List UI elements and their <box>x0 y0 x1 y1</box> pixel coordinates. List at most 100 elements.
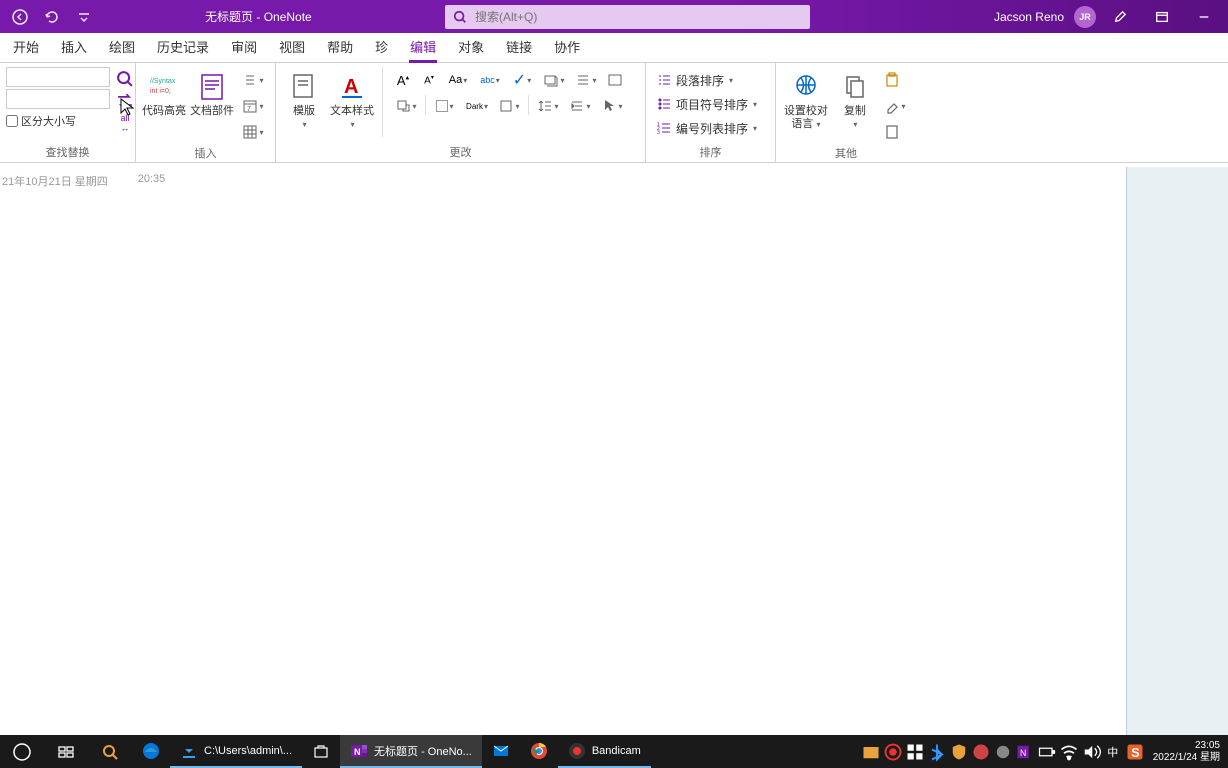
template-button[interactable]: 模版▾ <box>282 67 326 131</box>
page-canvas[interactable]: 21年10月21日 星期四 20:35 <box>0 163 1228 735</box>
document-icon <box>196 71 228 103</box>
search-box[interactable] <box>445 5 810 29</box>
search-button[interactable] <box>88 735 132 768</box>
group-label-other: 其他 <box>782 143 910 163</box>
shape-button[interactable]: ▾ <box>494 95 524 117</box>
pen-icon[interactable] <box>1102 5 1138 29</box>
taskbar-bandicam[interactable]: Bandicam <box>558 735 651 768</box>
tab-help[interactable]: 帮助 <box>316 31 364 62</box>
tab-object[interactable]: 对象 <box>447 31 495 62</box>
tab-zhen[interactable]: 珍 <box>364 31 399 62</box>
window-title: 无标题页 - OneNote <box>205 8 312 25</box>
start-button[interactable] <box>0 735 44 768</box>
insert-object-button[interactable]: ▾ <box>391 95 421 117</box>
clock-time: 23:05 <box>1195 740 1220 752</box>
tray-onenote-icon[interactable]: N <box>1015 742 1035 762</box>
group-label-change: 更改 <box>282 142 639 162</box>
svg-text:S: S <box>1131 746 1139 760</box>
cursor-button[interactable]: ▾ <box>597 95 627 117</box>
find-button[interactable] <box>114 69 136 89</box>
case-sensitive-checkbox[interactable]: 区分大小写 <box>6 113 110 129</box>
replace-button[interactable] <box>114 91 136 111</box>
tab-home[interactable]: 开始 <box>2 31 50 62</box>
group-label-sort: 排序 <box>652 142 769 162</box>
change-case-button[interactable]: Aa▾ <box>443 69 473 91</box>
taskbar-onenote[interactable]: N无标题页 - OneNo... <box>340 735 482 768</box>
spellcheck-button[interactable]: abc▾ <box>475 69 505 91</box>
tray-app-3[interactable] <box>993 742 1013 762</box>
decrease-font-button[interactable]: A▾ <box>417 69 441 91</box>
spacing-button[interactable]: ▾ <box>533 95 563 117</box>
tray-bluetooth-icon[interactable] <box>927 742 947 762</box>
ribbon: 区分大小写 all↔ 查找替换 //Syntaxint i=0; 代码高亮 文档… <box>0 63 1228 163</box>
chrome-icon <box>530 742 548 760</box>
list-options-button[interactable]: ▾ <box>238 69 268 91</box>
replace-all-button[interactable]: all↔ <box>114 113 136 133</box>
increase-font-button[interactable]: A▴ <box>391 69 415 91</box>
tray-volume-icon[interactable] <box>1081 742 1101 762</box>
highlight-button[interactable]: Dark▾ <box>462 95 492 117</box>
taskbar-edge[interactable] <box>132 735 170 768</box>
table-button[interactable]: ▾ <box>238 121 268 143</box>
calendar-button[interactable]: 7▾ <box>238 95 268 117</box>
tab-review[interactable]: 审阅 <box>220 31 268 62</box>
tray-shield-icon[interactable] <box>949 742 969 762</box>
object-button[interactable]: ▾ <box>539 69 569 91</box>
paragraph-sort-button[interactable]: 段落排序▾ <box>652 69 761 91</box>
taskbar-explorer[interactable]: C:\Users\admin\... <box>170 735 302 768</box>
bullet-sort-button[interactable]: 项目符号排序▾ <box>652 93 761 115</box>
doc-parts-button[interactable]: 文档部件 <box>190 67 234 118</box>
template-icon <box>288 71 320 103</box>
page-list-panel[interactable] <box>1126 167 1228 735</box>
paste-button[interactable] <box>880 69 904 91</box>
find-input[interactable] <box>6 67 110 87</box>
tab-edit[interactable]: 编辑 <box>399 31 447 62</box>
ribbon-display-button[interactable] <box>1144 5 1180 29</box>
tab-link[interactable]: 链接 <box>495 31 543 62</box>
undo-button[interactable] <box>40 5 64 29</box>
tray-clock[interactable]: 23:05 2022/1/24 星期 <box>1147 740 1226 764</box>
back-button[interactable] <box>8 5 32 29</box>
avatar[interactable]: JR <box>1074 6 1096 28</box>
code-highlight-button[interactable]: //Syntaxint i=0; 代码高亮 <box>142 67 186 118</box>
taskbar-mail[interactable] <box>482 735 520 768</box>
tray-battery-icon[interactable] <box>1037 742 1057 762</box>
taskbar-chrome[interactable] <box>520 735 558 768</box>
taskbar-store[interactable] <box>302 735 340 768</box>
search-input[interactable] <box>475 10 802 24</box>
user-name[interactable]: Jacson Reno <box>994 10 1064 24</box>
text-box-button[interactable] <box>603 69 627 91</box>
tray-wifi-icon[interactable] <box>1059 742 1079 762</box>
svg-text:7: 7 <box>247 106 251 113</box>
text-style-icon: A <box>336 71 368 103</box>
tray-windows-icon[interactable] <box>905 742 925 762</box>
tab-history[interactable]: 历史记录 <box>146 31 220 62</box>
checkmark-button[interactable]: ✓▾ <box>507 69 537 91</box>
tab-collab[interactable]: 协作 <box>543 31 591 62</box>
tab-insert[interactable]: 插入 <box>50 31 98 62</box>
fill-color-button[interactable]: ▾ <box>430 95 460 117</box>
eraser-button[interactable]: ▾ <box>880 95 910 117</box>
tray-app-2[interactable] <box>971 742 991 762</box>
text-style-button[interactable]: A 文本样式▾ <box>330 67 374 131</box>
minimize-button[interactable] <box>1186 5 1222 29</box>
page-button[interactable] <box>880 121 904 143</box>
tray-record-icon[interactable] <box>883 742 903 762</box>
search-icon <box>453 10 467 24</box>
store-icon <box>312 742 330 760</box>
page-date: 21年10月21日 星期四 <box>2 173 108 189</box>
copy-button[interactable]: 复制▾ <box>834 67 876 131</box>
number-sort-button[interactable]: 123编号列表排序▾ <box>652 117 761 139</box>
qat-customize-button[interactable] <box>72 5 96 29</box>
indent-button[interactable]: ▾ <box>565 95 595 117</box>
tray-sogou-icon[interactable]: S <box>1125 742 1145 762</box>
clock-date: 2022/1/24 星期 <box>1153 752 1220 764</box>
tab-draw[interactable]: 绘图 <box>98 31 146 62</box>
tray-ime-button[interactable]: 中 <box>1103 742 1123 762</box>
tray-app-1[interactable] <box>861 742 881 762</box>
align-button[interactable]: ▾ <box>571 69 601 91</box>
replace-input[interactable] <box>6 89 110 109</box>
task-view-button[interactable] <box>44 735 88 768</box>
proof-language-button[interactable]: 设置校对语言 ▾ <box>782 67 830 131</box>
tab-view[interactable]: 视图 <box>268 31 316 62</box>
